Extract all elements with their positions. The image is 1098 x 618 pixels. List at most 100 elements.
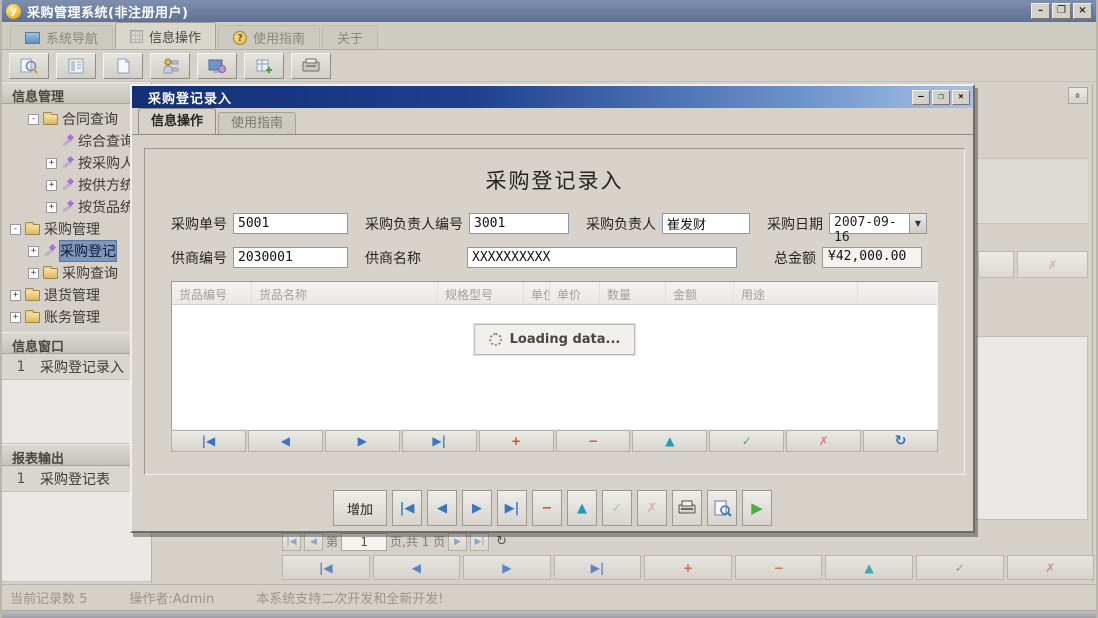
supplier-id-input[interactable] bbox=[233, 247, 348, 268]
background-navigator-fragment: ✗ bbox=[978, 251, 1088, 278]
next-record-button[interactable]: ▶ bbox=[462, 490, 492, 526]
cancel-button[interactable]: ✗ bbox=[1017, 251, 1088, 278]
dialog-tab-info-operation[interactable]: 信息操作 bbox=[138, 108, 216, 134]
search-button[interactable] bbox=[9, 53, 49, 79]
status-bar: 当前记录数 5 操作者:Admin 本系统支持二次开发和全新开发! bbox=[2, 584, 1096, 610]
expand-icon[interactable]: + bbox=[10, 312, 21, 323]
dialog-minimize-button[interactable]: – bbox=[912, 90, 930, 105]
page-number-input[interactable] bbox=[341, 533, 387, 551]
first-record-button[interactable]: |◀ bbox=[282, 555, 370, 580]
close-button[interactable]: × bbox=[1073, 3, 1092, 19]
purchase-date-value[interactable]: 2007-09-16 bbox=[829, 213, 909, 234]
help-icon: ? bbox=[233, 31, 247, 45]
cancel-record-button[interactable]: ✗ bbox=[1007, 555, 1095, 580]
dialog-maximize-button[interactable]: ❐ bbox=[932, 90, 950, 105]
tree-item-purchase-register[interactable]: + 采购登记 bbox=[2, 240, 151, 262]
edit-record-button[interactable]: ▲ bbox=[567, 490, 597, 526]
report-output-item[interactable]: 1 采购登记表 bbox=[2, 466, 151, 492]
purchase-register-dialog: 采购登记录入 – ❐ × 信息操作 使用指南 采购登记录入 采购单号 采购负责人… bbox=[130, 84, 975, 533]
dialog-tab-user-guide[interactable]: 使用指南 bbox=[218, 112, 296, 134]
data-monitor-button[interactable] bbox=[197, 53, 237, 79]
delete-record-button[interactable]: − bbox=[532, 490, 562, 526]
supplier-name-input[interactable] bbox=[467, 247, 737, 268]
tree-item-by-purchaser[interactable]: + 按采购人 bbox=[2, 152, 151, 174]
print-button[interactable] bbox=[672, 490, 702, 526]
tab-info-operation[interactable]: 信息操作 bbox=[115, 22, 216, 49]
prior-record-button[interactable]: ◀ bbox=[427, 490, 457, 526]
last-page-button[interactable]: ▶| bbox=[470, 533, 489, 551]
minimize-button[interactable]: – bbox=[1031, 3, 1050, 19]
first-record-button[interactable]: |◀ bbox=[171, 430, 246, 452]
post-record-button[interactable]: ✓ bbox=[709, 430, 784, 452]
cancel-record-button[interactable]: ✗ bbox=[786, 430, 861, 452]
tree-item-account-management[interactable]: + 账务管理 bbox=[2, 306, 151, 328]
first-page-button[interactable]: |◀ bbox=[282, 533, 301, 551]
last-record-button[interactable]: ▶| bbox=[497, 490, 527, 526]
post-record-button[interactable]: ✓ bbox=[602, 490, 632, 526]
expand-icon[interactable]: + bbox=[46, 202, 57, 213]
print-preview-button[interactable] bbox=[707, 490, 737, 526]
edit-record-button[interactable]: ▲ bbox=[825, 555, 913, 580]
tree-item-label: 账务管理 bbox=[44, 307, 100, 327]
prior-record-button[interactable]: ◀ bbox=[373, 555, 461, 580]
next-record-button[interactable]: ▶ bbox=[325, 430, 400, 452]
first-record-button[interactable]: |◀ bbox=[392, 490, 422, 526]
info-window-list-area bbox=[2, 380, 151, 444]
table-add-button[interactable] bbox=[244, 53, 284, 79]
order-no-input[interactable] bbox=[233, 213, 348, 234]
expand-icon[interactable]: + bbox=[28, 246, 39, 257]
tree-item-label: 按货品统 bbox=[78, 197, 134, 217]
execute-button[interactable]: ▶ bbox=[742, 490, 772, 526]
info-window-item[interactable]: 1 采购登记录入 bbox=[2, 354, 151, 380]
spinner-icon bbox=[489, 333, 502, 346]
refresh-icon[interactable]: ↻ bbox=[496, 534, 507, 549]
detail-grid: 货品编号 货品名称 规格型号 单位 单价 数量 金额 用途 Loading da… bbox=[171, 281, 938, 430]
document-icon bbox=[113, 57, 133, 75]
item-index: 1 bbox=[2, 359, 40, 375]
user-management-button[interactable] bbox=[150, 53, 190, 79]
tab-system-navigation[interactable]: 系统导航 bbox=[10, 25, 113, 49]
post-record-button[interactable]: ✓ bbox=[916, 555, 1004, 580]
chevron-down-icon[interactable]: ▼ bbox=[909, 213, 927, 234]
dialog-close-button[interactable]: × bbox=[952, 90, 970, 105]
tree-item-by-goods[interactable]: + 按货品统 bbox=[2, 196, 151, 218]
insert-record-button[interactable]: + bbox=[644, 555, 732, 580]
expand-icon[interactable]: + bbox=[46, 180, 57, 191]
cancel-record-button[interactable]: ✗ bbox=[637, 490, 667, 526]
next-page-button[interactable]: ▶ bbox=[448, 533, 467, 551]
edit-record-button[interactable]: ▲ bbox=[632, 430, 707, 452]
insert-record-button[interactable]: + bbox=[479, 430, 554, 452]
panel-collapse-button[interactable]: » bbox=[1068, 87, 1088, 104]
background-button-fragment[interactable] bbox=[978, 251, 1014, 278]
dialog-titlebar[interactable]: 采购登记录入 – ❐ × bbox=[132, 86, 973, 108]
new-document-button[interactable] bbox=[103, 53, 143, 79]
expand-icon[interactable]: + bbox=[28, 268, 39, 279]
last-record-button[interactable]: ▶| bbox=[402, 430, 477, 452]
prior-record-button[interactable]: ◀ bbox=[248, 430, 323, 452]
delete-record-button[interactable]: − bbox=[735, 555, 823, 580]
prev-page-button[interactable]: ◀ bbox=[304, 533, 323, 551]
buyer-id-input[interactable] bbox=[469, 213, 569, 234]
tree-item-purchase-query[interactable]: + 采购查询 bbox=[2, 262, 151, 284]
tree-item-contract-query[interactable]: - 合同查询 bbox=[2, 108, 151, 130]
tree-item-comprehensive-query[interactable]: 综合查询 bbox=[2, 130, 151, 152]
tree-item-return-management[interactable]: + 退货管理 bbox=[2, 284, 151, 306]
report-list-button[interactable] bbox=[56, 53, 96, 79]
next-record-button[interactable]: ▶ bbox=[463, 555, 551, 580]
tree-item-by-supplier[interactable]: + 按供方统 bbox=[2, 174, 151, 196]
expand-icon[interactable]: + bbox=[10, 290, 21, 301]
last-record-button[interactable]: ▶| bbox=[554, 555, 642, 580]
print-archive-button[interactable] bbox=[291, 53, 331, 79]
tab-user-guide[interactable]: ? 使用指南 bbox=[218, 25, 320, 49]
maximize-button[interactable]: ❐ bbox=[1052, 3, 1071, 19]
collapse-icon[interactable]: - bbox=[10, 224, 21, 235]
buyer-name-input[interactable] bbox=[662, 213, 750, 234]
delete-record-button[interactable]: − bbox=[556, 430, 631, 452]
printer-icon bbox=[677, 499, 697, 517]
tab-about[interactable]: 关于 bbox=[322, 25, 378, 49]
expand-icon[interactable]: + bbox=[46, 158, 57, 169]
refresh-button[interactable]: ↻ bbox=[863, 430, 938, 452]
add-button[interactable]: 增加 bbox=[333, 490, 387, 526]
collapse-icon[interactable]: - bbox=[28, 114, 39, 125]
tree-item-purchase-management[interactable]: - 采购管理 bbox=[2, 218, 151, 240]
